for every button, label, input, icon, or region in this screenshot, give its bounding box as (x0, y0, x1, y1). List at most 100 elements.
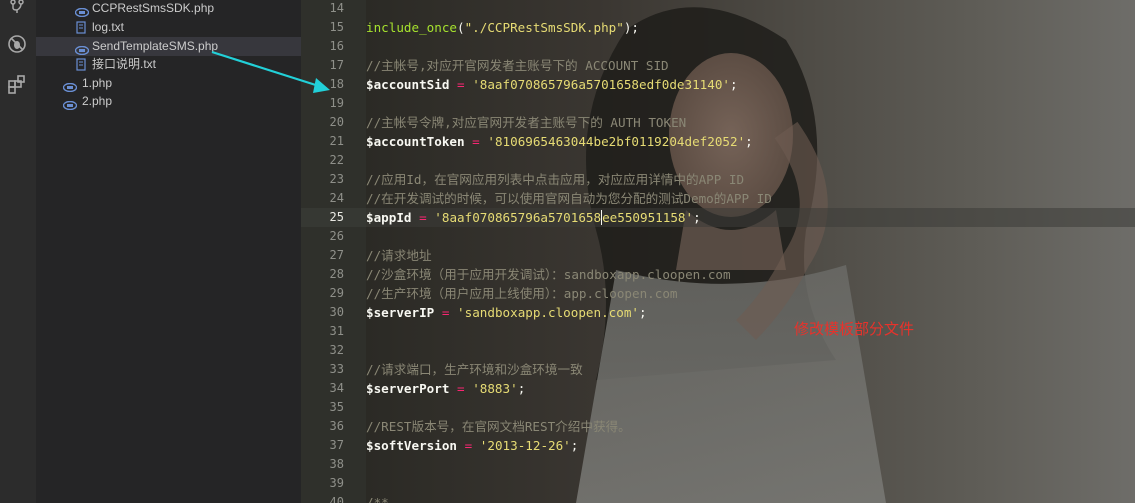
code-line[interactable] (366, 474, 1135, 493)
code-token: ; (729, 77, 738, 92)
line-number: 21 (329, 134, 344, 148)
code-line[interactable]: $serverPort = '8883'; (366, 379, 1135, 398)
debug-icon[interactable] (4, 31, 30, 57)
code-token: //在开发调试的时候，可以使用官网自动为您分配的测试Demo的APP ID (366, 191, 772, 206)
line-number: 17 (329, 58, 344, 72)
code-line[interactable]: //主帐号,对应开官网发者主账号下的 ACCOUNT SID (366, 56, 1135, 75)
code-token: $serverPort (366, 381, 450, 396)
line-number: 19 (329, 96, 344, 110)
code-token: $appId (366, 210, 412, 225)
annotation-label: 修改模板部分文件 (794, 320, 915, 338)
code-editor[interactable]: include_once("./CCPRestSmsSDK.php"); //主帐… (366, 0, 1135, 503)
code-line[interactable] (366, 151, 1135, 170)
code-line[interactable] (366, 341, 1135, 360)
code-token: ); (623, 20, 639, 35)
code-token: "./CCPRestSmsSDK.php" (464, 20, 624, 35)
line-number: 23 (329, 172, 344, 186)
code-token: ; (745, 134, 753, 149)
code-token: //请求地址 (366, 248, 432, 263)
code-token: ; (517, 381, 526, 396)
tree-item-file-selected[interactable]: SendTemplateSMS.php (36, 37, 301, 56)
line-number: 32 (329, 343, 344, 357)
code-line[interactable] (366, 398, 1135, 417)
code-token: ; (693, 210, 701, 225)
code-token: $serverIP (366, 305, 435, 320)
tree-item-label: 1.php (82, 76, 113, 90)
source-control-icon[interactable] (4, 0, 30, 20)
code-line[interactable]: //请求地址 (366, 246, 1135, 265)
activity-bar (0, 0, 36, 503)
line-number: 39 (329, 476, 344, 490)
line-number: 33 (329, 362, 344, 376)
code-line[interactable] (366, 0, 1135, 18)
code-token: //沙盒环境（用于应用开发调试）：sandboxapp.cloopen.com (366, 267, 731, 282)
code-line[interactable]: $appId = '8aaf070865796a5701658ee5509511… (366, 208, 1135, 227)
line-number: 24 (329, 191, 344, 205)
extensions-icon[interactable] (4, 72, 30, 98)
code-token: ( (457, 20, 465, 35)
line-number: 34 (329, 381, 344, 395)
code-line[interactable] (366, 94, 1135, 113)
code-line[interactable]: //主帐号令牌,对应官网开发者主账号下的 AUTH TOKEN (366, 113, 1135, 132)
code-token: include_once (366, 20, 457, 35)
php-file-icon (74, 42, 90, 56)
code-token: = (419, 210, 427, 225)
tree-item-file[interactable]: log.txt (36, 18, 301, 37)
text-file-icon (75, 58, 89, 71)
php-file-icon (62, 97, 78, 111)
line-number: 22 (329, 153, 344, 167)
code-line[interactable]: $accountToken = '8106965463044be2bf01192… (366, 132, 1135, 151)
code-token: '8106965463044be2bf0119204def2052' (487, 134, 746, 149)
code-token: //REST版本号，在官网文档REST介绍中获得。 (366, 419, 631, 434)
code-line[interactable]: //请求端口，生产环境和沙盒环境一致 (366, 360, 1135, 379)
code-token: //请求端口，生产环境和沙盒环境一致 (366, 362, 583, 377)
code-token: //主帐号令牌,对应官网开发者主账号下的 AUTH TOKEN (366, 115, 687, 130)
code-line[interactable]: //应用Id，在官网应用列表中点击应用，对应应用详情中的APP ID (366, 170, 1135, 189)
line-number: 30 (329, 305, 344, 319)
code-line[interactable]: //在开发调试的时候，可以使用官网自动为您分配的测试Demo的APP ID (366, 189, 1135, 208)
line-number: 35 (329, 400, 344, 414)
line-number: 31 (329, 324, 344, 338)
code-token: = (457, 77, 465, 92)
line-number: 15 (329, 20, 344, 34)
tree-item-file[interactable]: 接口说明.txt (36, 55, 301, 74)
code-line[interactable]: /** (366, 493, 1135, 503)
code-token: '8aaf070865796a5701658edf0de31140' (472, 77, 730, 92)
code-line[interactable] (366, 37, 1135, 56)
code-token: //应用Id，在官网应用列表中点击应用，对应应用详情中的APP ID (366, 172, 745, 187)
line-number: 29 (329, 286, 344, 300)
code-token: $accountSid (366, 77, 450, 92)
code-line[interactable] (366, 227, 1135, 246)
php-file-icon (62, 79, 78, 93)
tree-item-file[interactable]: CCPRestSmsSDK.php (36, 0, 301, 18)
tree-item-file[interactable]: 1.php (36, 74, 301, 93)
code-token: 'sandboxapp.cloopen.com' (457, 305, 640, 320)
line-number: 16 (329, 39, 344, 53)
tree-item-label: log.txt (92, 20, 125, 34)
code-token: ee550951158' (602, 210, 694, 225)
code-line[interactable]: //沙盒环境（用于应用开发调试）：sandboxapp.cloopen.com (366, 265, 1135, 284)
tree-item-label: 2.php (82, 94, 113, 108)
code-line[interactable] (366, 322, 1135, 341)
code-line[interactable]: $serverIP = 'sandboxapp.cloopen.com'; (366, 303, 1135, 322)
line-number: 40 (329, 495, 344, 503)
tree-item-label: SendTemplateSMS.php (92, 39, 219, 53)
code-line[interactable] (366, 455, 1135, 474)
code-line[interactable]: //生产环境（用户应用上线使用）：app.cloopen.com (366, 284, 1135, 303)
code-line[interactable]: $accountSid = '8aaf070865796a5701658edf0… (366, 75, 1135, 94)
code-line[interactable]: $softVersion = '2013-12-26'; (366, 436, 1135, 455)
code-line[interactable]: //REST版本号，在官网文档REST介绍中获得。 (366, 417, 1135, 436)
line-number: 25 (329, 210, 344, 224)
code-line[interactable]: include_once("./CCPRestSmsSDK.php"); (366, 18, 1135, 37)
tree-item-file[interactable]: 2.php (36, 92, 301, 111)
code-token: ; (570, 438, 579, 453)
code-token: ; (639, 305, 647, 320)
code-token: //主帐号,对应开官网发者主账号下的 ACCOUNT SID (366, 58, 669, 73)
line-number: 27 (329, 248, 344, 262)
